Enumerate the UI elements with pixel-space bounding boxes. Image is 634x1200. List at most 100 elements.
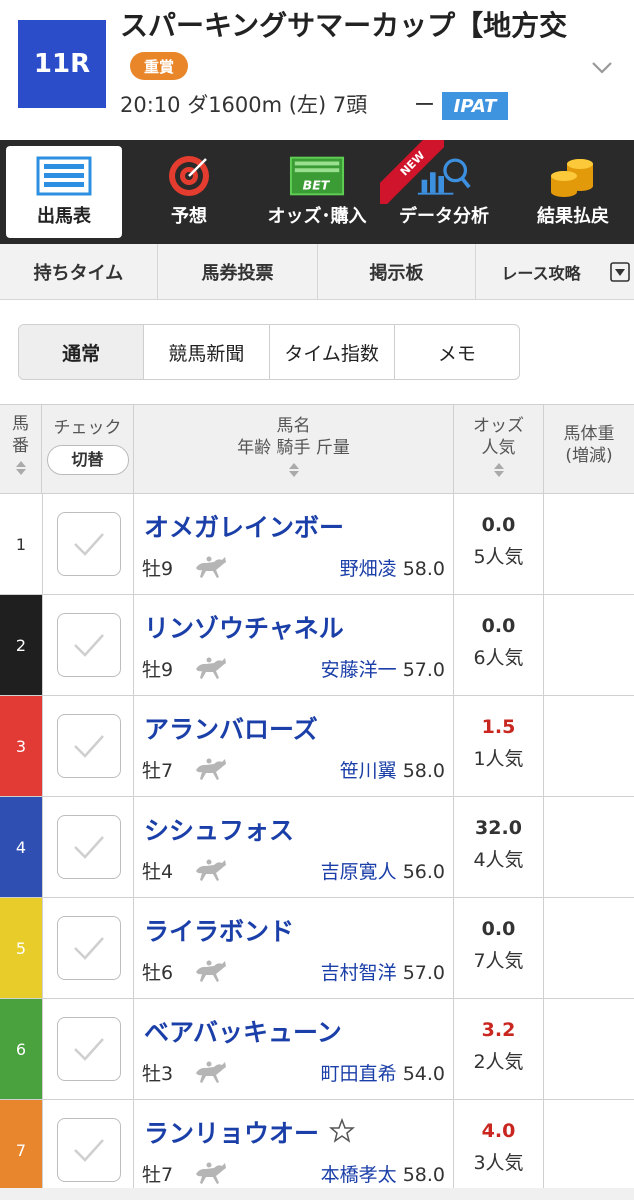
horse-runner-icon xyxy=(196,556,226,578)
odds-value: 0.0 xyxy=(481,918,516,940)
horse-name-link[interactable]: ベアバッキューン xyxy=(144,1013,342,1049)
race-header: 11R スパーキングサマーカップ【地方交 重賞 20:10 ダ1600m (左)… xyxy=(0,0,634,140)
jockey-weight: 本橋孝太 58.0 xyxy=(321,1160,445,1187)
jockey-name[interactable]: 安藤洋一 xyxy=(321,659,397,681)
horse-name-link[interactable]: オメガレインボー xyxy=(144,508,344,544)
horse-name-link[interactable]: リンゾウチャネル xyxy=(144,609,344,645)
header-horse-details: 年齢 騎手 斤量 xyxy=(237,438,350,458)
check-checkbox[interactable] xyxy=(57,1017,121,1081)
table-row: 4 シシュフォス 牡4 吉原寛人 56.0 32.0 4人気 xyxy=(0,797,634,898)
check-checkbox[interactable] xyxy=(57,714,121,778)
header-weight-change-label: (増減) xyxy=(565,446,613,466)
odds-cell: 32.0 4人気 xyxy=(454,797,544,897)
nav-label: オッズ･購入 xyxy=(267,206,367,227)
table-header: 馬 番 チェック 切替 馬名 年齢 騎手 斤量 オッズ 人気 馬体重 (増減) xyxy=(0,404,634,494)
checkmark-icon xyxy=(74,937,104,960)
popularity-rank: 6人気 xyxy=(473,647,524,669)
header-number[interactable]: 馬 番 xyxy=(0,405,42,493)
header-horse[interactable]: 馬名 年齢 騎手 斤量 xyxy=(134,405,454,493)
carried-weight: 57.0 xyxy=(402,659,445,681)
waku-number: 3 xyxy=(0,696,42,796)
odds-value: 0.0 xyxy=(481,615,516,637)
nav-prediction[interactable]: 予想 xyxy=(130,140,248,244)
popularity-rank: 7人気 xyxy=(473,950,524,972)
sub-nav-bulletin-board[interactable]: 掲示板 xyxy=(318,244,476,300)
jockey-name[interactable]: 笹川翼 xyxy=(340,760,397,782)
svg-text:BET: BET xyxy=(303,178,331,193)
horse-runner-icon xyxy=(196,859,226,881)
body-weight-cell xyxy=(544,696,634,796)
sort-icon xyxy=(15,461,26,475)
sort-icon xyxy=(493,463,504,477)
check-checkbox[interactable] xyxy=(57,916,121,980)
horse-name-link[interactable]: アランバローズ xyxy=(144,710,318,746)
jockey-weight: 笹川翼 58.0 xyxy=(340,756,445,783)
sub-nav: 持ちタイム 馬券投票 掲示板 レース攻略 xyxy=(0,244,634,300)
table-row: 3 アランバローズ 牡7 笹川翼 58.0 1.5 1人気 xyxy=(0,696,634,797)
waku-number: 6 xyxy=(0,999,42,1099)
nav-label: 結果払戻 xyxy=(537,206,609,227)
odds-value: 32.0 xyxy=(475,817,522,839)
odds-value: 1.5 xyxy=(481,716,516,738)
check-checkbox[interactable] xyxy=(57,815,121,879)
jockey-name[interactable]: 吉原寛人 xyxy=(321,861,397,883)
tab-normal[interactable]: 通常 xyxy=(19,325,145,379)
popularity-rank: 1人気 xyxy=(473,748,524,770)
menu-dropdown-icon[interactable] xyxy=(610,262,630,282)
ipat-dash: ー xyxy=(414,93,435,117)
odds-cell: 1.5 1人気 xyxy=(454,696,544,796)
sub-nav-race-strategy[interactable]: レース攻略 xyxy=(476,244,606,300)
horse-name-link[interactable]: シシュフォス xyxy=(144,811,294,847)
horse-name-link[interactable]: ライラボンド xyxy=(144,912,294,948)
table-row: 5 ライラボンド 牡6 吉村智洋 57.0 0.0 7人気 xyxy=(0,898,634,999)
check-cell xyxy=(42,696,134,796)
popularity-rank: 3人気 xyxy=(473,1152,524,1174)
sex-age: 牡3 xyxy=(142,1063,174,1085)
check-switch-button[interactable]: 切替 xyxy=(46,445,129,475)
race-info: 20:10 ダ1600m (左) 7頭 xyxy=(120,93,368,117)
jockey-name[interactable]: 野畑凌 xyxy=(340,558,397,580)
nav-odds-purchase[interactable]: BET オッズ･購入 xyxy=(256,140,378,244)
waku-number: 2 xyxy=(0,595,42,695)
tab-newspaper[interactable]: 競馬新聞 xyxy=(144,325,270,379)
check-checkbox[interactable] xyxy=(57,613,121,677)
odds-value: 3.2 xyxy=(481,1019,516,1041)
horse-name-link[interactable]: ランリョウオー xyxy=(144,1114,319,1150)
coins-icon xyxy=(545,154,601,198)
sex-age: 牡7 xyxy=(142,1164,174,1186)
tab-memo[interactable]: メモ xyxy=(395,325,519,379)
sub-nav-betting[interactable]: 馬券投票 xyxy=(158,244,318,300)
star-icon[interactable] xyxy=(329,1118,355,1144)
carried-weight: 54.0 xyxy=(402,1063,445,1085)
header-odds[interactable]: オッズ 人気 xyxy=(454,405,544,493)
horse-runner-icon xyxy=(196,758,226,780)
header-popularity-label: 人気 xyxy=(481,438,516,458)
jockey-weight: 町田直希 54.0 xyxy=(321,1059,445,1086)
horse-cell: ベアバッキューン 牡3 町田直希 54.0 xyxy=(134,999,454,1099)
check-checkbox[interactable] xyxy=(57,512,121,576)
nav-entry-list[interactable]: 出馬表 xyxy=(6,146,122,238)
checkmark-icon xyxy=(74,735,104,758)
check-checkbox[interactable] xyxy=(57,1118,121,1182)
sub-nav-saved-times[interactable]: 持ちタイム xyxy=(0,244,158,300)
odds-cell: 0.0 5人気 xyxy=(454,494,544,594)
waku-number: 7 xyxy=(0,1100,42,1200)
body-weight-cell xyxy=(544,1100,634,1200)
odds-cell: 0.0 6人気 xyxy=(454,595,544,695)
header-body-weight-label: 馬体重 xyxy=(563,424,615,444)
view-tabs: 通常 競馬新聞 タイム指数 メモ xyxy=(18,324,520,380)
jockey-name[interactable]: 町田直希 xyxy=(321,1063,397,1085)
target-icon xyxy=(161,154,217,198)
tab-time-index[interactable]: タイム指数 xyxy=(270,325,395,379)
jockey-name[interactable]: 本橋孝太 xyxy=(321,1164,397,1186)
jockey-name[interactable]: 吉村智洋 xyxy=(321,962,397,984)
checkmark-icon xyxy=(74,1139,104,1162)
check-cell xyxy=(42,494,134,594)
header-check: チェック 切替 xyxy=(42,405,134,493)
chevron-down-icon[interactable] xyxy=(590,56,614,80)
body-weight-cell xyxy=(544,898,634,998)
table-row: 6 ベアバッキューン 牡3 町田直希 54.0 3.2 2人気 xyxy=(0,999,634,1100)
new-label: NEW xyxy=(380,140,444,204)
body-weight-cell xyxy=(544,797,634,897)
nav-results-payout[interactable]: 結果払戻 xyxy=(512,140,634,244)
